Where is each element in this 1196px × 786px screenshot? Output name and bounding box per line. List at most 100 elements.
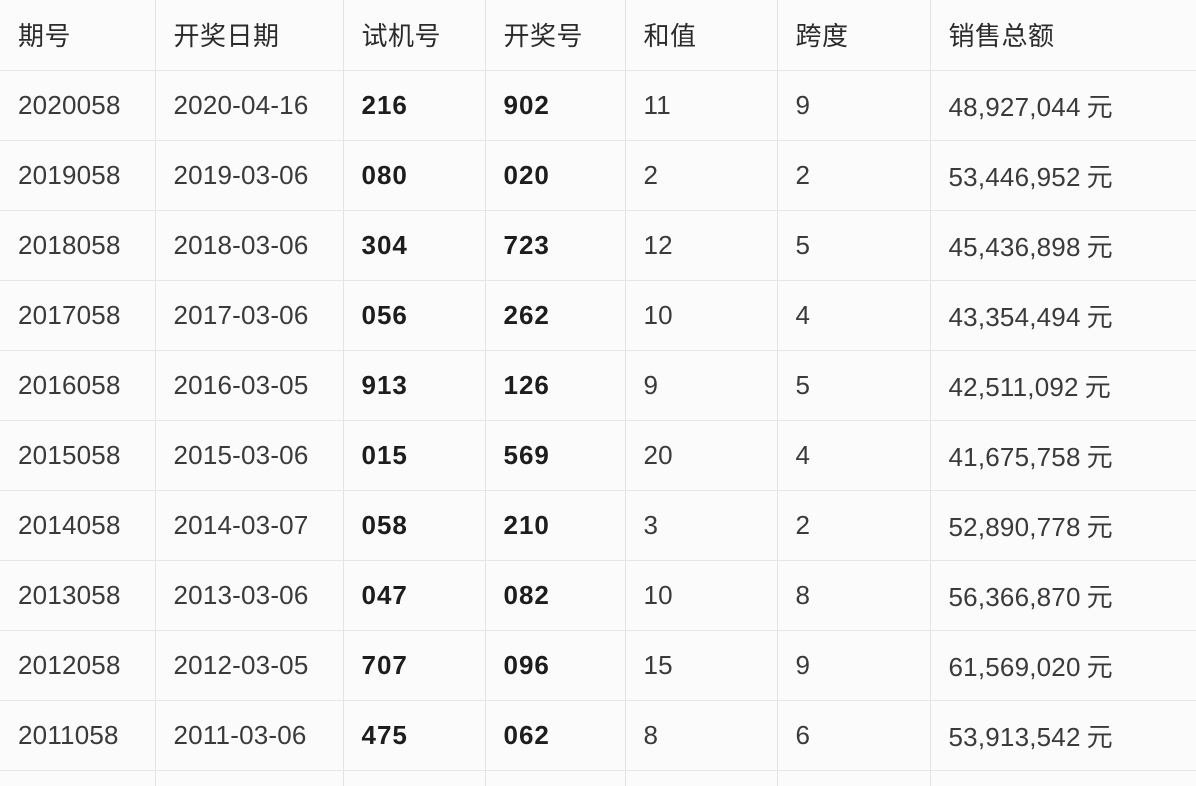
cell-span: 9 (777, 630, 931, 701)
cell-date: 2019-03-06 (155, 140, 344, 211)
cell-issue: 2013058 (0, 560, 156, 631)
cell-draw-number: 082 (485, 560, 626, 631)
table-row[interactable]: 2015058 2015-03-06 015 569 20 4 41,675,758 元 (0, 420, 1196, 491)
cell-draw-number: 210 (485, 490, 626, 561)
cell-draw-number: 902 (485, 70, 626, 141)
currency-unit: 元 (1086, 91, 1113, 122)
currency-unit: 元 (1086, 721, 1113, 752)
currency-unit: 元 (1086, 441, 1113, 472)
lottery-results-table: 期号 开奖日期 试机号 开奖号 和值 跨度 销售总额 2020058 2020-0… (0, 0, 1196, 786)
cell-sales-total: 53,913,542 元 (930, 700, 1196, 771)
cell-sales-total: 61,569,020 元 (930, 630, 1196, 701)
cell-span: 2 (777, 140, 931, 211)
sales-amount: 61,569,020 (948, 651, 1081, 682)
column-header-draw: 开奖号 (485, 0, 626, 71)
table-row[interactable]: 2018058 2018-03-06 304 723 12 5 45,436,898 元 (0, 210, 1196, 281)
cell-sales-total: 43,354,494 元 (930, 280, 1196, 351)
cell-issue: 2014058 (0, 490, 156, 561)
cell-sum: 8 (625, 700, 778, 771)
cell-date: 2014-03-07 (155, 490, 344, 561)
currency-unit: 元 (1086, 651, 1113, 682)
cell-sales-total (930, 770, 1196, 786)
cell-span: 2 (777, 490, 931, 561)
cell-sum: 15 (625, 630, 778, 701)
table-row[interactable]: 2013058 2013-03-06 047 082 10 8 56,366,870 元 (0, 560, 1196, 631)
lottery-results-table-container: 期号 开奖日期 试机号 开奖号 和值 跨度 销售总额 2020058 2020-0… (0, 0, 1196, 786)
currency-unit: 元 (1086, 161, 1113, 192)
cell-issue: 2017058 (0, 280, 156, 351)
sales-amount: 52,890,778 (948, 511, 1081, 542)
cell-test-number: 015 (343, 420, 486, 491)
cell-draw-number: 062 (485, 700, 626, 771)
sales-amount: 53,913,542 (948, 721, 1081, 752)
cell-date: 2017-03-06 (155, 280, 344, 351)
cell-sum: 10 (625, 560, 778, 631)
table-row[interactable]: 2014058 2014-03-07 058 210 3 2 52,890,778 元 (0, 490, 1196, 561)
cell-date: 2015-03-06 (155, 420, 344, 491)
cell-issue (0, 770, 156, 786)
cell-sum: 11 (625, 70, 778, 141)
cell-span (777, 770, 931, 786)
sales-amount: 56,366,870 (948, 581, 1081, 612)
table-row[interactable]: 2012058 2012-03-05 707 096 15 9 61,569,020 元 (0, 630, 1196, 701)
cell-draw-number (485, 770, 626, 786)
table-row[interactable]: 2017058 2017-03-06 056 262 10 4 43,354,494 元 (0, 280, 1196, 351)
cell-issue: 2011058 (0, 700, 156, 771)
cell-sales-total: 56,366,870 元 (930, 560, 1196, 631)
cell-sales-total: 45,436,898 元 (930, 210, 1196, 281)
cell-test-number: 304 (343, 210, 486, 281)
cell-test-number (343, 770, 486, 786)
cell-date: 2018-03-06 (155, 210, 344, 281)
table-header: 期号 开奖日期 试机号 开奖号 和值 跨度 销售总额 (0, 0, 1196, 71)
table-row[interactable]: 2020058 2020-04-16 216 902 11 9 48,927,044 元 (0, 70, 1196, 141)
cell-sum: 2 (625, 140, 778, 211)
cell-sum: 10 (625, 280, 778, 351)
cell-draw-number: 020 (485, 140, 626, 211)
currency-unit: 元 (1086, 581, 1113, 612)
cell-span: 9 (777, 70, 931, 141)
cell-sum: 9 (625, 350, 778, 421)
cell-issue: 2020058 (0, 70, 156, 141)
sales-amount: 43,354,494 (948, 301, 1081, 332)
cell-draw-number: 096 (485, 630, 626, 701)
cell-issue: 2018058 (0, 210, 156, 281)
cell-test-number: 047 (343, 560, 486, 631)
table-row[interactable] (0, 770, 1196, 786)
column-header-issue: 期号 (0, 0, 156, 71)
cell-test-number: 080 (343, 140, 486, 211)
table-row[interactable]: 2016058 2016-03-05 913 126 9 5 42,511,092 元 (0, 350, 1196, 421)
cell-draw-number: 569 (485, 420, 626, 491)
cell-sum (625, 770, 778, 786)
column-header-sales: 销售总额 (930, 0, 1196, 71)
column-header-date: 开奖日期 (155, 0, 344, 71)
cell-issue: 2016058 (0, 350, 156, 421)
cell-span: 5 (777, 210, 931, 281)
cell-test-number: 707 (343, 630, 486, 701)
table-header-row: 期号 开奖日期 试机号 开奖号 和值 跨度 销售总额 (0, 0, 1196, 71)
cell-date: 2012-03-05 (155, 630, 344, 701)
cell-date: 2011-03-06 (155, 700, 344, 771)
cell-date: 2013-03-06 (155, 560, 344, 631)
cell-span: 4 (777, 280, 931, 351)
cell-test-number: 058 (343, 490, 486, 561)
currency-unit: 元 (1086, 301, 1113, 332)
cell-issue: 2015058 (0, 420, 156, 491)
cell-sales-total: 41,675,758 元 (930, 420, 1196, 491)
currency-unit: 元 (1086, 231, 1113, 262)
cell-test-number: 913 (343, 350, 486, 421)
column-header-sum: 和值 (625, 0, 778, 71)
sales-amount: 53,446,952 (948, 161, 1081, 192)
cell-date: 2020-04-16 (155, 70, 344, 141)
table-row[interactable]: 2019058 2019-03-06 080 020 2 2 53,446,952 元 (0, 140, 1196, 211)
cell-sum: 12 (625, 210, 778, 281)
sales-amount: 48,927,044 (948, 91, 1081, 122)
cell-test-number: 056 (343, 280, 486, 351)
column-header-test: 试机号 (343, 0, 486, 71)
cell-sum: 20 (625, 420, 778, 491)
cell-span: 5 (777, 350, 931, 421)
table-row[interactable]: 2011058 2011-03-06 475 062 8 6 53,913,542 元 (0, 700, 1196, 771)
cell-test-number: 475 (343, 700, 486, 771)
cell-sum: 3 (625, 490, 778, 561)
currency-unit: 元 (1086, 511, 1113, 542)
cell-date (155, 770, 344, 786)
